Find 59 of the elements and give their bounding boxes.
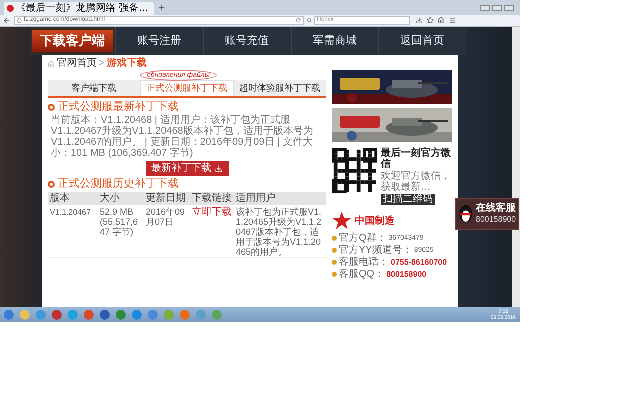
- back-icon[interactable]: [3, 16, 11, 24]
- breadcrumb-link[interactable]: 官网首页: [57, 58, 97, 70]
- home-icon[interactable]: [438, 17, 445, 24]
- close-window-icon[interactable]: [504, 5, 514, 11]
- chat-title: 在线客服: [476, 203, 516, 215]
- contact-icon: [332, 272, 337, 277]
- site-icon: [7, 5, 14, 12]
- column-header: 更新日期: [144, 192, 190, 205]
- tab-title: 《最后一刻》龙腾网络 强备…: [16, 4, 149, 14]
- table-cell: 该补丁包为正式服V1.1.20465升级为V1.1.20467版本补丁包，适用于版本号为V1.1.20465的用户。: [234, 205, 326, 258]
- search-icon: [307, 18, 312, 23]
- scan-label: 扫描二维码: [381, 194, 435, 205]
- section-title: 正式公测服历史补丁下载: [58, 178, 179, 191]
- logo-text: 中国制造: [355, 216, 395, 226]
- column-header: 大小: [98, 192, 144, 205]
- reload-icon[interactable]: [296, 18, 301, 23]
- breadcrumb-current: 游戏下载: [106, 58, 147, 70]
- contact-label: 客服电话：: [339, 257, 389, 268]
- wechat-subtitle: 欢迎官方微信，获取最新…: [381, 171, 452, 193]
- tab[interactable]: 超时体验服补丁下载: [234, 80, 326, 96]
- contact-label: 官方Q群：: [339, 233, 387, 244]
- contact-value: 0755-86160700: [391, 257, 448, 268]
- table-cell: 2016年09月07日: [144, 205, 190, 258]
- contact-label: 官方YY频道号：: [339, 245, 412, 256]
- home-icon: [48, 60, 55, 68]
- latest-patch-download-button[interactable]: 最新补丁下载: [146, 161, 228, 176]
- contact-icon: [332, 248, 337, 253]
- wechat-title: 最后一刻官方微信: [381, 148, 452, 170]
- contact-icon: [332, 236, 337, 241]
- chat-number: 800158900: [476, 215, 516, 225]
- column-header: 版本: [48, 192, 98, 205]
- download-icon: [214, 164, 222, 172]
- minimize-icon[interactable]: [480, 5, 490, 11]
- contact-label: 客服QQ：: [339, 269, 385, 280]
- star-logo-icon: [332, 211, 352, 231]
- bookmark-icon[interactable]: [427, 17, 434, 24]
- column-header: 下载链接: [190, 192, 234, 205]
- chat-widget[interactable]: 在线客服 800158900: [455, 198, 519, 230]
- download-icon[interactable]: [416, 17, 423, 24]
- maximize-icon[interactable]: [492, 5, 502, 11]
- download-link[interactable]: 立即下载: [192, 207, 232, 218]
- bullet-icon: [48, 181, 55, 188]
- qr-code: [332, 148, 378, 194]
- tab[interactable]: 客户端下载: [48, 80, 140, 96]
- tab[interactable]: 正式公测服补丁下载: [140, 80, 234, 96]
- new-tab-icon[interactable]: [158, 4, 166, 12]
- breadcrumb-separator: >: [99, 58, 105, 70]
- menu-icon[interactable]: [449, 17, 456, 24]
- contact-value: 800158900: [386, 269, 427, 280]
- contact-icon: [332, 260, 337, 265]
- penguin-icon: [458, 204, 474, 224]
- patch-details: 当前版本：V1.1.20468 | 适用用户：该补丁包为正式服V1.1.20467升级为V1.1.20468版本补丁包，适用于版本号为V1.1.20467的用户。 | 更新日期：2016年09月09日 | 文件大小：101 MB (106,369,407 字节): [50, 115, 314, 159]
- section-title: 正式公测服最新补丁下载: [58, 101, 179, 114]
- table-cell: V1.1.20467: [48, 205, 98, 258]
- browser-tab[interactable]: 《最后一刻》龙腾网络 强备…: [4, 2, 154, 15]
- table-cell: 52.9 MB (55,517,647 字节): [98, 205, 144, 258]
- download-client-button[interactable]: 下载客户端: [30, 28, 115, 54]
- column-header: 适用用户: [234, 192, 326, 205]
- bullet-icon: [48, 104, 55, 111]
